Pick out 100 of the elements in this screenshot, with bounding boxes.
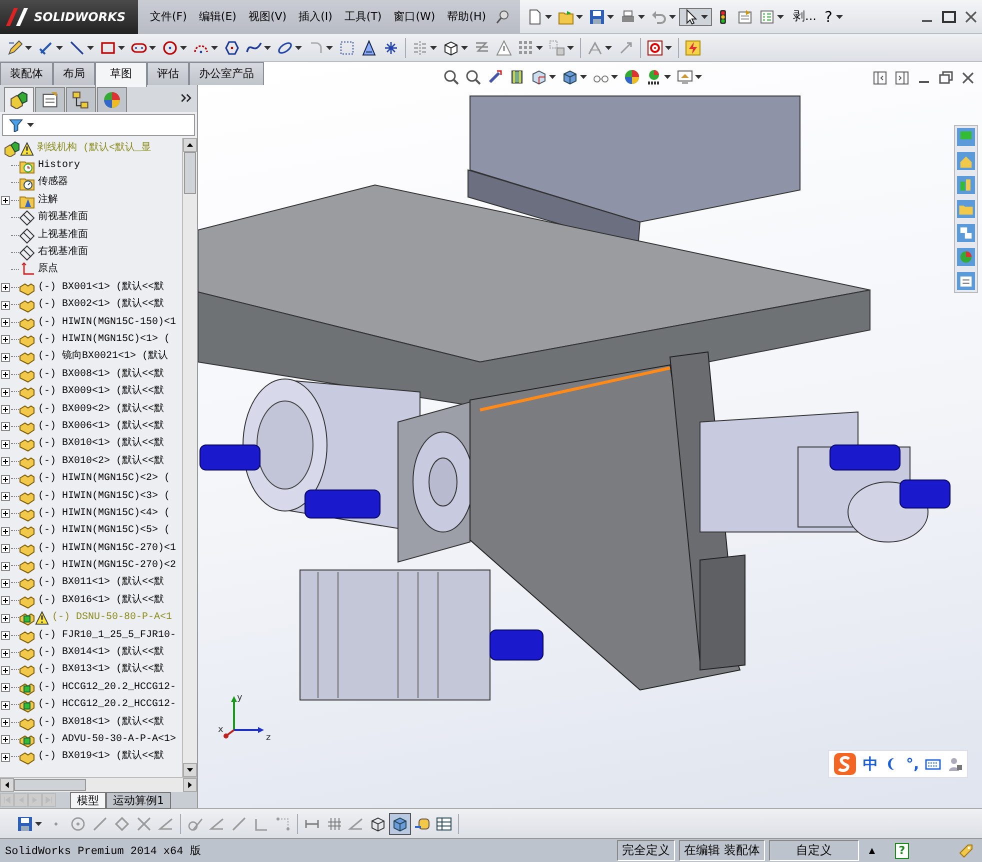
caret-icon[interactable] xyxy=(836,14,844,18)
caret-icon[interactable] xyxy=(295,46,302,50)
zoom-area-icon[interactable] xyxy=(465,69,481,85)
expand-icon[interactable] xyxy=(1,405,10,414)
tree-item-label[interactable]: (-) HCCG12_20.2_HCCG12- xyxy=(38,699,176,712)
tree-item-label[interactable]: (-) FJR10_1_25_5_FJR10- xyxy=(38,630,176,642)
dashed-rectangle-icon[interactable] xyxy=(339,40,355,56)
model-tab[interactable]: 运动算例1 xyxy=(106,792,171,808)
new-document-icon[interactable] xyxy=(527,8,544,24)
maximize-icon[interactable] xyxy=(941,8,957,24)
tree-item-label[interactable]: 原点 xyxy=(38,264,58,276)
caret-icon[interactable] xyxy=(87,46,94,50)
wireframe-cube-icon[interactable] xyxy=(370,816,386,832)
tree-item-label[interactable]: (-) BX010<1> (默认<<默 xyxy=(38,438,164,450)
tree-item-label[interactable]: (-) HIWIN(MGN15C)<4> ( xyxy=(38,508,170,520)
menu-item[interactable]: 文件(F) xyxy=(144,9,193,24)
expand-icon[interactable] xyxy=(1,562,10,571)
view-orientation-icon[interactable] xyxy=(531,69,547,85)
expand-icon[interactable] xyxy=(1,370,10,380)
caret-icon[interactable] xyxy=(264,46,271,50)
custom-properties-icon[interactable] xyxy=(957,272,975,290)
expand-icon[interactable] xyxy=(1,300,10,310)
filter-field[interactable] xyxy=(2,114,195,136)
line-icon[interactable] xyxy=(69,40,85,56)
rectangle-icon[interactable] xyxy=(100,40,116,56)
menu-item[interactable]: 帮助(H) xyxy=(441,9,492,24)
expand-icon[interactable] xyxy=(1,683,10,692)
caret-icon[interactable] xyxy=(638,14,646,18)
expand-icon[interactable] xyxy=(1,440,10,449)
expand-icon[interactable] xyxy=(1,578,10,588)
tree-item-label[interactable]: (-) BX013<1> (默认<<默 xyxy=(38,664,164,676)
menu-item[interactable]: 窗口(W) xyxy=(388,9,442,24)
tile-left-icon[interactable] xyxy=(872,70,888,86)
warning-icon[interactable] xyxy=(496,40,512,56)
hash-grid-icon[interactable] xyxy=(326,816,342,832)
restore-icon[interactable] xyxy=(938,70,954,86)
caret-icon[interactable] xyxy=(461,46,468,50)
display-style-icon[interactable] xyxy=(562,69,578,85)
caret-icon[interactable] xyxy=(605,46,612,50)
expand-icon[interactable] xyxy=(1,196,10,206)
close-icon[interactable] xyxy=(960,70,976,86)
tile-right-icon[interactable] xyxy=(894,70,910,86)
tree-item-label[interactable]: (-) BX019<1> (默认<<默 xyxy=(38,751,164,764)
expand-icon[interactable] xyxy=(1,666,10,675)
user-icon[interactable] xyxy=(947,756,964,772)
caret-icon[interactable] xyxy=(25,46,32,50)
tree-item-label[interactable]: (-) BX006<1> (默认<<默 xyxy=(38,420,164,433)
tree-item-label[interactable]: (-) BX002<1> (默认<<默 xyxy=(38,299,164,312)
tree-item-label[interactable]: (-) HIWIN(MGN15C-270)<1 xyxy=(38,542,176,555)
caret-icon[interactable] xyxy=(669,14,676,18)
property-sheet-icon[interactable] xyxy=(41,91,59,109)
input-method-logo-icon[interactable] xyxy=(833,752,857,776)
circle-icon[interactable] xyxy=(162,40,178,56)
expand-icon[interactable] xyxy=(1,735,10,744)
caret-icon[interactable] xyxy=(576,14,584,18)
shaded-cube-icon[interactable] xyxy=(392,816,408,832)
hatched-triangle-icon[interactable] xyxy=(361,40,377,56)
polygon-icon[interactable] xyxy=(224,40,240,56)
tree-item-label[interactable]: (-) HIWIN(MGN15C-150)<1 xyxy=(38,316,176,329)
circle-dot-icon[interactable] xyxy=(70,816,86,832)
appearance-icon[interactable] xyxy=(103,91,121,109)
save-icon[interactable] xyxy=(17,816,33,832)
smart-dimension-icon[interactable] xyxy=(38,40,54,56)
appearance-sphere-icon[interactable] xyxy=(624,69,640,85)
tag-icon[interactable] xyxy=(958,842,974,858)
expand-icon[interactable] xyxy=(1,335,10,344)
caret-icon[interactable] xyxy=(27,123,34,127)
help-menu[interactable]: ? xyxy=(822,8,834,26)
document-options-icon[interactable] xyxy=(737,8,754,24)
tree-item-label[interactable]: (-) BX008<1> (默认<<默 xyxy=(38,368,164,381)
caret-icon[interactable] xyxy=(326,46,333,50)
command-tab[interactable]: 评估 xyxy=(147,62,189,85)
list-options-icon[interactable] xyxy=(759,8,776,24)
scrollbar-thumb[interactable] xyxy=(184,152,196,194)
caret-icon[interactable] xyxy=(56,46,63,50)
view-palette-icon[interactable] xyxy=(957,224,975,242)
expand-icon[interactable] xyxy=(1,526,10,536)
help-button[interactable]: ? xyxy=(894,842,909,858)
tree-item-label[interactable]: (-) HIWIN(MGN15C)<2> ( xyxy=(38,473,170,486)
dot-grid-icon[interactable] xyxy=(518,40,534,56)
tree-item-label[interactable]: 上视基准面 xyxy=(38,230,88,242)
menu-item[interactable]: 工具(T) xyxy=(338,9,388,24)
tree-item-label[interactable]: (-) BX009<1> (默认<<默 xyxy=(38,386,164,398)
assembly-icon[interactable] xyxy=(10,91,28,109)
ellipse-icon[interactable] xyxy=(277,40,293,56)
menu-item[interactable]: 编辑(E) xyxy=(192,9,242,24)
tree-item-label[interactable]: (-) HIWIN(MGN15C)<3> ( xyxy=(38,490,170,502)
expand-arrow[interactable]: ▲ xyxy=(868,846,875,855)
caret-icon[interactable] xyxy=(35,822,42,826)
tree-item-label[interactable]: (-) HCCG12_20.2_HCCG12- xyxy=(38,682,176,694)
tree-item-label[interactable]: (-) BX010<2> (默认<<默 xyxy=(38,456,164,468)
caret-icon[interactable] xyxy=(180,46,187,50)
expand-icon[interactable] xyxy=(1,318,10,328)
command-tab[interactable]: 布局 xyxy=(53,62,95,85)
command-tab[interactable]: 装配体 xyxy=(0,62,53,85)
caret-icon[interactable] xyxy=(545,14,552,18)
tree-item-label[interactable]: History xyxy=(38,160,80,172)
configuration-tree-icon[interactable] xyxy=(72,91,90,109)
input-mode-toggle[interactable]: 中 xyxy=(863,754,878,774)
expand-icon[interactable] xyxy=(1,422,10,432)
